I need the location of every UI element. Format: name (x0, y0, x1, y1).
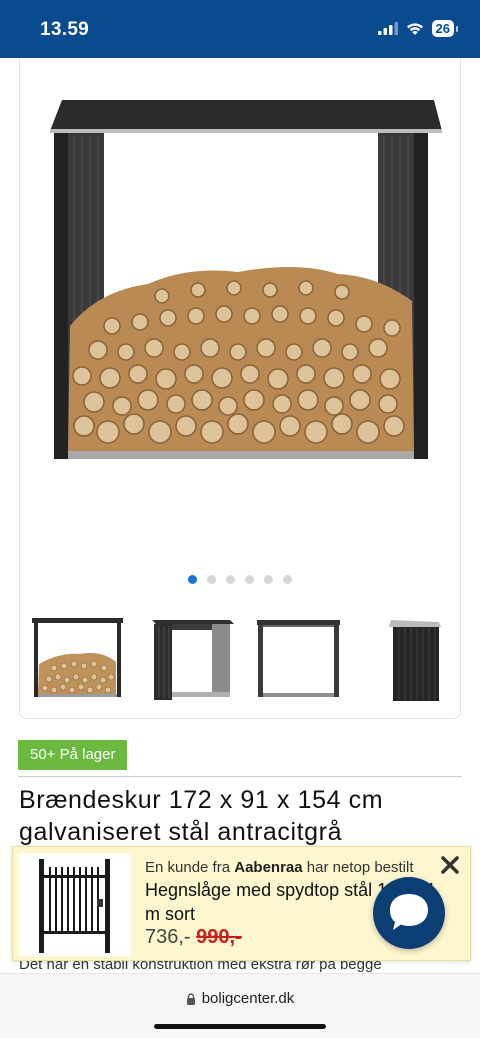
carousel-dots (20, 575, 460, 584)
carousel-dot-5[interactable] (264, 575, 273, 584)
chat-button[interactable] (373, 877, 445, 949)
product-title: Brændeskur 172 x 91 x 154 cm galvanisere… (19, 786, 384, 846)
home-indicator[interactable] (154, 1024, 326, 1029)
thumbnail-strip (30, 614, 452, 704)
product-main-image[interactable] (38, 96, 448, 506)
notification-product-image[interactable] (19, 853, 131, 956)
thumbnail-3[interactable] (251, 614, 346, 704)
notification-suffix: har netop bestilt (302, 859, 414, 876)
url-text: boligcenter.dk (201, 990, 295, 1007)
carousel-dot-1[interactable] (188, 575, 197, 584)
wifi-icon (406, 22, 423, 35)
carousel-dot-3[interactable] (226, 575, 235, 584)
status-time: 13.59 (40, 19, 90, 40)
battery-icon: 26 (431, 20, 458, 37)
stock-badge: 50+ På lager (18, 740, 128, 770)
lock-icon (186, 992, 195, 1005)
notification-price-row: 736,- 990,- (145, 926, 242, 949)
thumbnail-4[interactable] (357, 614, 452, 704)
battery-tip (456, 25, 458, 32)
thumbnail-1[interactable] (30, 614, 125, 704)
notification-prefix: En kunde fra (145, 859, 235, 876)
status-bar: 13.59 26 (0, 0, 480, 58)
divider (18, 776, 462, 777)
battery-level: 26 (431, 20, 454, 37)
carousel-dot-6[interactable] (283, 575, 292, 584)
chat-bubble-icon (390, 894, 428, 930)
signal-icon (377, 22, 398, 35)
notification-message: En kunde fra Aabenraa har netop bestilt (145, 859, 414, 876)
browser-bar: boligcenter.dk (0, 973, 480, 1038)
product-gallery (19, 58, 461, 719)
status-icons: 26 (377, 20, 458, 37)
thumbnail-2[interactable] (142, 614, 237, 704)
notification-price: 736,- (145, 926, 191, 948)
notification-old-price: 990,- (196, 926, 242, 948)
close-icon[interactable] (438, 853, 462, 877)
notification-city: Aabenraa (234, 859, 303, 876)
carousel-dot-2[interactable] (207, 575, 216, 584)
address-bar[interactable]: boligcenter.dk (0, 990, 480, 1007)
carousel-dot-4[interactable] (245, 575, 254, 584)
